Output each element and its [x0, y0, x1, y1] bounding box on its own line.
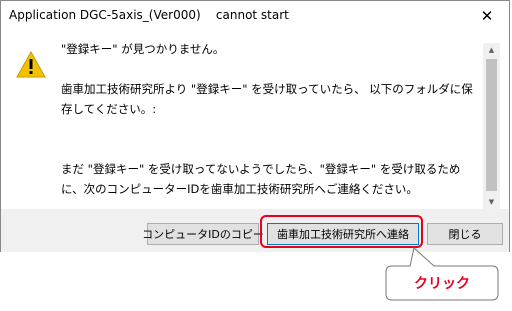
message-save-instructions: 歯車加工技術研究所より "登録キー" を受け取っていたら、 以下のフォルダに保存… [61, 82, 473, 116]
message-text: "登録キー" が見つかりません。 歯車加工技術研究所より "登録キー" を受け取… [61, 39, 477, 199]
highlight-box [260, 215, 423, 248]
close-icon[interactable]: ✕ [465, 1, 509, 31]
scroll-up-icon[interactable]: ▲ [483, 43, 500, 57]
window-title: Application DGC-5axis_(Ver000) cannot st… [9, 8, 289, 22]
message-line-not-found: "登録キー" が見つかりません。 [61, 42, 225, 56]
close-button[interactable]: 閉じる [427, 223, 503, 245]
error-dialog: Application DGC-5axis_(Ver000) cannot st… [0, 0, 510, 252]
scroll-thumb[interactable] [486, 59, 497, 191]
title-bar: Application DGC-5axis_(Ver000) cannot st… [1, 1, 509, 31]
click-callout: クリック [384, 245, 500, 305]
callout-label: クリック [414, 276, 470, 292]
scroll-down-icon[interactable]: ▼ [483, 195, 500, 209]
vertical-scrollbar[interactable]: ▲ ▼ [483, 43, 500, 209]
message-area: "登録キー" が見つかりません。 歯車加工技術研究所より "登録キー" を受け取… [1, 31, 509, 209]
copy-computer-id-button[interactable]: コンピュータIDのコピー [142, 223, 264, 245]
message-contact-instructions: まだ "登録キー" を受け取ってないようでしたら、"登録キー" を受け取るために… [61, 162, 461, 196]
warning-icon [16, 51, 46, 78]
